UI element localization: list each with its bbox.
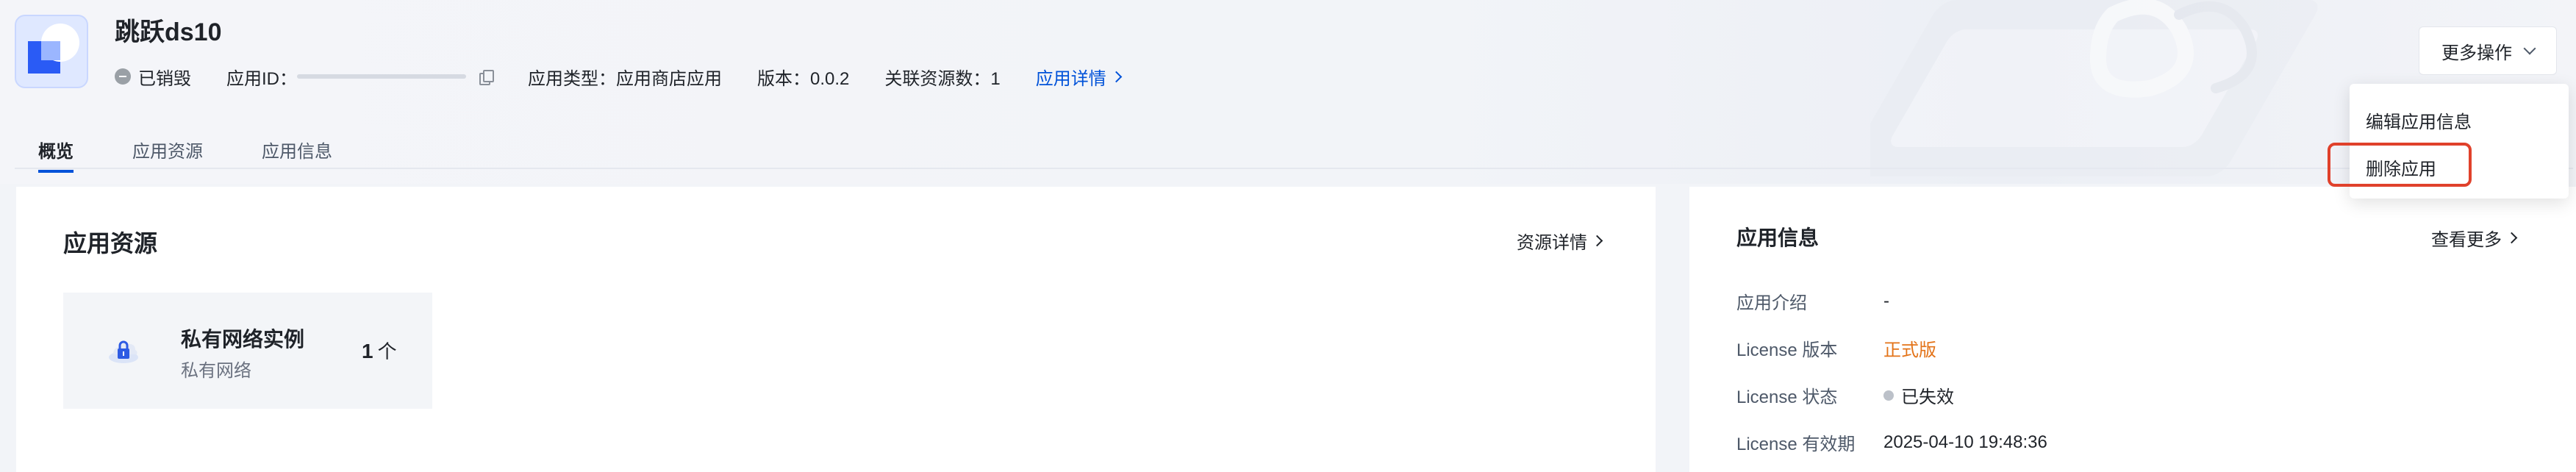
license-status-value: 已失效 (1901, 387, 1954, 407)
status-text: 已销毁 (138, 68, 191, 89)
more-actions-label: 更多操作 (2441, 43, 2512, 63)
status-badge: 已销毁 (115, 64, 191, 90)
resource-subtitle: 私有网络 (181, 361, 251, 381)
info-row-license-expiry: License 有效期 2025-04-10 19:48:36 (1736, 429, 2047, 455)
license-expiry-value: 2025-04-10 19:48:36 (1883, 432, 2047, 452)
app-resources-card: 应用资源 资源详情 私有网络实例 私有网络 1个 (16, 187, 1656, 472)
cloud-lock-icon (109, 340, 138, 363)
status-dot-icon (1883, 390, 1894, 401)
more-actions-button[interactable]: 更多操作 (2419, 26, 2557, 75)
app-info-title: 应用信息 (1736, 226, 1820, 249)
minus-circle-icon (115, 68, 131, 85)
chevron-right-icon (1110, 71, 1123, 82)
resource-tile-vpc[interactable]: 私有网络实例 私有网络 1个 (63, 293, 432, 409)
app-details-link-label: 应用详情 (1035, 68, 1106, 89)
app-meta-row: 已销毁 应用ID： 应用类型：应用商店应用 版本：0.0.2 关联资源数：1 应… (115, 63, 1156, 90)
app-logo (15, 15, 88, 88)
info-label: License 有效期 (1736, 435, 1856, 454)
app-id-label: 应用ID： (226, 68, 297, 89)
resource-count-value: 1 (362, 340, 373, 362)
info-label: License 版本 (1736, 340, 1838, 360)
license-version-value: 正式版 (1883, 340, 1936, 360)
view-more-label: 查看更多 (2431, 230, 2502, 250)
app-version: 版本：0.0.2 (757, 68, 850, 89)
info-value: - (1883, 290, 1889, 311)
app-details-link[interactable]: 应用详情 (1035, 64, 1123, 90)
app-type: 应用类型：应用商店应用 (528, 68, 722, 89)
chevron-right-icon (2505, 232, 2518, 244)
resource-details-label: 资源详情 (1517, 233, 1587, 253)
view-more-link[interactable]: 查看更多 (2431, 225, 2518, 251)
app-resources-title: 应用资源 (63, 230, 158, 257)
chevron-down-icon (2523, 42, 2536, 55)
menu-item-edit-app-info[interactable]: 编辑应用信息 (2366, 107, 2472, 133)
related-resources-count: 关联资源数：1 (884, 68, 1001, 89)
resource-name: 私有网络实例 (181, 328, 305, 351)
info-label: 应用介绍 (1736, 293, 1807, 313)
info-row-license-status: License 状态 已失效 (1736, 382, 1954, 408)
resource-details-link[interactable]: 资源详情 (1517, 228, 1603, 254)
app-info-card: 应用信息 查看更多 应用介绍 - License 版本 正式版 License … (1689, 187, 2576, 472)
info-row-description: 应用介绍 - (1736, 288, 1889, 314)
chevron-right-icon (1591, 235, 1603, 247)
info-label: License 状态 (1736, 387, 1838, 407)
menu-item-delete-app[interactable]: 删除应用 (2366, 154, 2436, 180)
resource-count: 1个 (362, 337, 397, 364)
copy-icon[interactable] (479, 70, 494, 85)
app-id-value-masked (297, 68, 473, 85)
app-title: 跳跃ds10 (115, 18, 222, 46)
app-id: 应用ID： (226, 64, 494, 90)
tab-divider (15, 168, 2573, 169)
more-actions-dropdown: 编辑应用信息 删除应用 (2350, 84, 2569, 199)
license-status: 已失效 (1883, 382, 1954, 408)
decorative-background-art (1870, 0, 2318, 176)
resource-count-unit: 个 (377, 340, 397, 362)
info-row-license-version: License 版本 正式版 (1736, 335, 1936, 361)
